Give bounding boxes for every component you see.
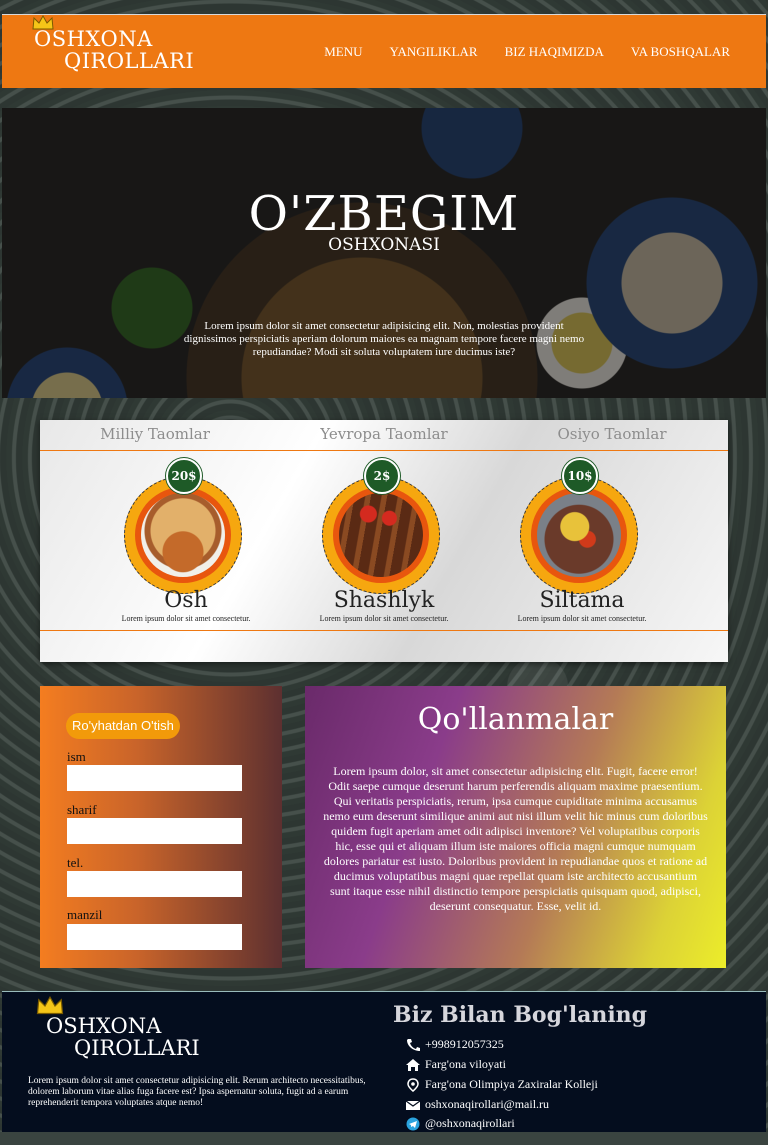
bottom-strip xyxy=(0,1132,768,1145)
dish-description: Lorem ipsum dolor sit amet consectetur. xyxy=(517,614,647,623)
telegram-handle: @oshxonaqirollari xyxy=(425,1116,515,1130)
nav-va-boshqalar[interactable]: VA BOSHQALAR xyxy=(631,44,730,60)
site-header: OSHXONA QIROLLARI MENU YANGILIKLAR BIZ H… xyxy=(2,14,766,88)
dish-card[interactable]: 2$ Shashlyk Lorem ipsum dolor sit amet c… xyxy=(284,458,484,633)
contact-region: Farg'ona viloyati xyxy=(405,1057,506,1072)
phone-number: +998912057325 xyxy=(425,1037,504,1051)
category-osiyo[interactable]: Osiyo Taomlar xyxy=(512,425,712,443)
hero-banner: O'ZBEGIM OSHXONASI Lorem ipsum dolor sit… xyxy=(2,108,766,398)
tel-input[interactable] xyxy=(67,871,242,897)
site-footer: OSHXONA QIROLLARI Lorem ipsum dolor sit … xyxy=(2,991,766,1133)
dish-description: Lorem ipsum dolor sit amet consectetur. xyxy=(319,614,449,623)
hero-text: Lorem ipsum dolor sit amet consectetur a… xyxy=(183,320,585,358)
contact-phone[interactable]: +998912057325 xyxy=(405,1037,504,1052)
osh-image xyxy=(141,493,225,577)
price-badge: 20$ xyxy=(166,458,202,494)
ism-input[interactable] xyxy=(67,765,242,791)
sharif-input[interactable] xyxy=(67,818,242,844)
contact-address: Farg'ona Olimpiya Zaxiralar Kolleji xyxy=(405,1077,598,1092)
location-pin-icon xyxy=(407,1077,419,1092)
dish-description: Lorem ipsum dolor sit amet consectetur. xyxy=(121,614,251,623)
siltama-image xyxy=(537,493,621,577)
dish-name: Shashlyk xyxy=(333,588,435,613)
register-badge[interactable]: Ro'yhatdan O'tish xyxy=(66,713,180,739)
contact-title: Biz Bilan Bog'laning xyxy=(393,1002,648,1028)
divider xyxy=(40,630,728,631)
manzil-input[interactable] xyxy=(67,924,242,950)
crown-icon xyxy=(36,996,64,1015)
site-logo[interactable]: OSHXONA QIROLLARI xyxy=(34,27,195,73)
region-text: Farg'ona viloyati xyxy=(425,1057,506,1071)
nav-biz-haqimizda[interactable]: BIZ HAQIMIZDA xyxy=(505,44,604,60)
envelope-icon xyxy=(405,1100,421,1110)
price-badge: 10$ xyxy=(562,458,598,494)
logo-line-1: OSHXONA xyxy=(34,27,153,51)
home-icon xyxy=(406,1058,420,1071)
logo-line-2: QIROLLARI xyxy=(74,1036,200,1060)
guide-title: Qo'llanmalar xyxy=(417,702,614,737)
hero-subtitle: OSHXONASI xyxy=(328,235,440,255)
logo-line-2: QIROLLARI xyxy=(64,49,195,73)
divider xyxy=(40,450,728,451)
phone-icon xyxy=(407,1038,420,1051)
price-badge: 2$ xyxy=(364,458,400,494)
guide-panel: Qo'llanmalar Lorem ipsum dolor, sit amet… xyxy=(305,686,726,968)
hero-title: O'ZBEGIM xyxy=(248,186,520,242)
field-label-manzil: manzil xyxy=(67,907,103,922)
footer-logo[interactable]: OSHXONA QIROLLARI xyxy=(46,1014,200,1060)
nav-menu[interactable]: MENU xyxy=(324,44,362,60)
category-milliy[interactable]: Milliy Taomlar xyxy=(55,425,255,443)
dish-card[interactable]: 10$ Siltama Lorem ipsum dolor sit amet c… xyxy=(482,458,682,633)
menu-panel: Milliy Taomlar Yevropa Taomlar Osiyo Tao… xyxy=(40,420,728,662)
email-text: oshxonaqirollari@mail.ru xyxy=(425,1097,550,1111)
dish-card[interactable]: 20$ Osh Lorem ipsum dolor sit amet conse… xyxy=(86,458,286,633)
field-label-tel: tel. xyxy=(67,855,84,870)
contact-email[interactable]: oshxonaqirollari@mail.ru xyxy=(405,1097,549,1112)
registration-form: Ro'yhatdan O'tish ism sharif tel. manzil xyxy=(40,686,282,968)
main-nav: MENU YANGILIKLAR BIZ HAQIMIZDA VA BOSHQA… xyxy=(324,44,730,60)
dish-name: Osh xyxy=(164,588,208,613)
field-label-sharif: sharif xyxy=(67,802,97,817)
address-text: Farg'ona Olimpiya Zaxiralar Kolleji xyxy=(425,1077,598,1091)
shashlyk-image xyxy=(339,493,423,577)
footer-text: Lorem ipsum dolor sit amet consectetur a… xyxy=(28,1076,366,1108)
dish-name: Siltama xyxy=(539,588,625,613)
field-label-ism: ism xyxy=(67,749,86,764)
nav-yangiliklar[interactable]: YANGILIKLAR xyxy=(390,44,478,60)
contact-telegram[interactable]: @oshxonaqirollari xyxy=(405,1116,515,1131)
telegram-icon xyxy=(406,1117,420,1130)
logo-line-1: OSHXONA xyxy=(46,1014,162,1038)
guide-text: Lorem ipsum dolor, sit amet consectetur … xyxy=(323,764,708,913)
category-yevropa[interactable]: Yevropa Taomlar xyxy=(284,425,484,443)
